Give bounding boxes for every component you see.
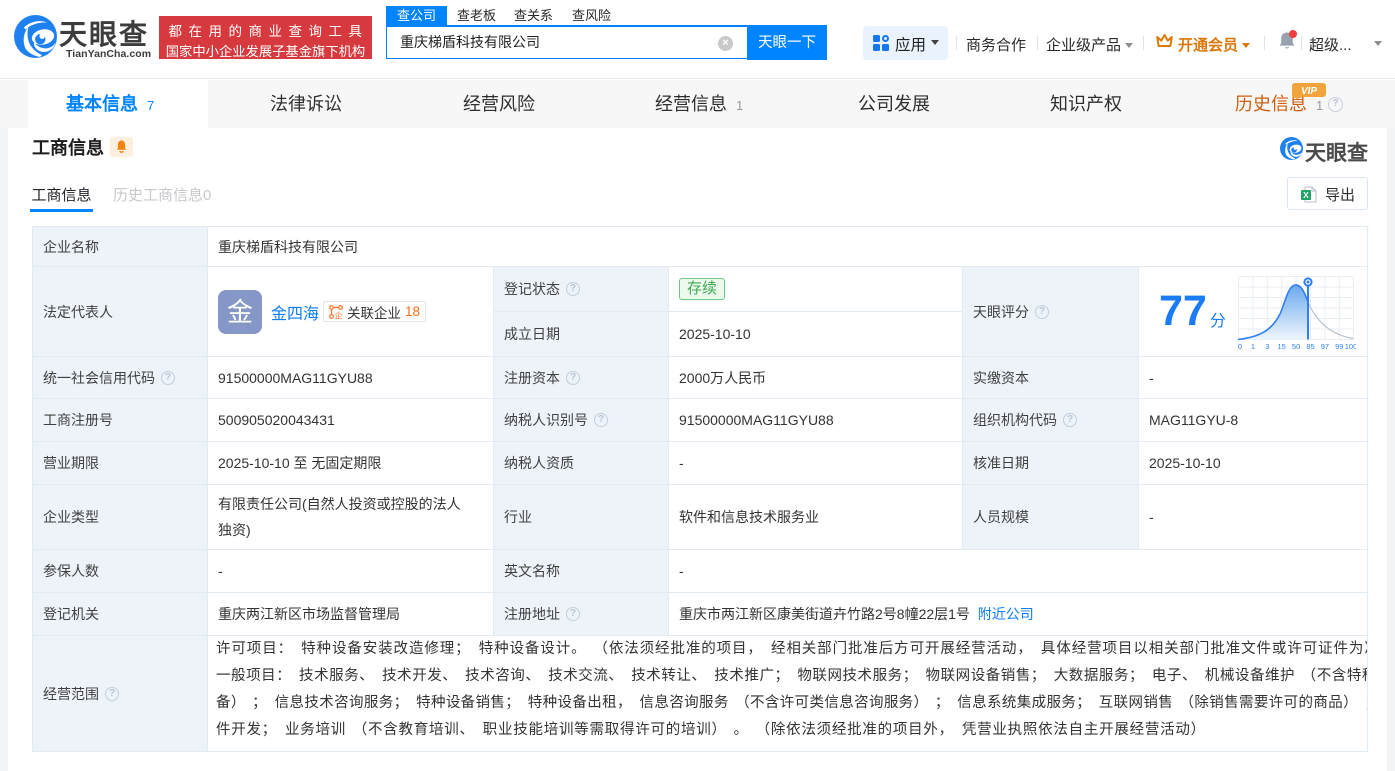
svg-text:X: X (1303, 190, 1309, 200)
svg-text:15: 15 (1278, 342, 1286, 351)
svg-text:3: 3 (1265, 342, 1269, 351)
svg-text:99: 99 (1335, 342, 1343, 351)
svg-text:企: 企 (335, 310, 343, 319)
svg-text:0: 0 (1238, 342, 1242, 351)
svg-text:50: 50 (1292, 342, 1300, 351)
svg-text:1: 1 (1251, 342, 1255, 351)
svg-text:VIP: VIP (1301, 86, 1317, 97)
svg-text:85: 85 (1306, 342, 1314, 351)
svg-text:97: 97 (1321, 342, 1329, 351)
svg-text:100: 100 (1345, 342, 1356, 351)
